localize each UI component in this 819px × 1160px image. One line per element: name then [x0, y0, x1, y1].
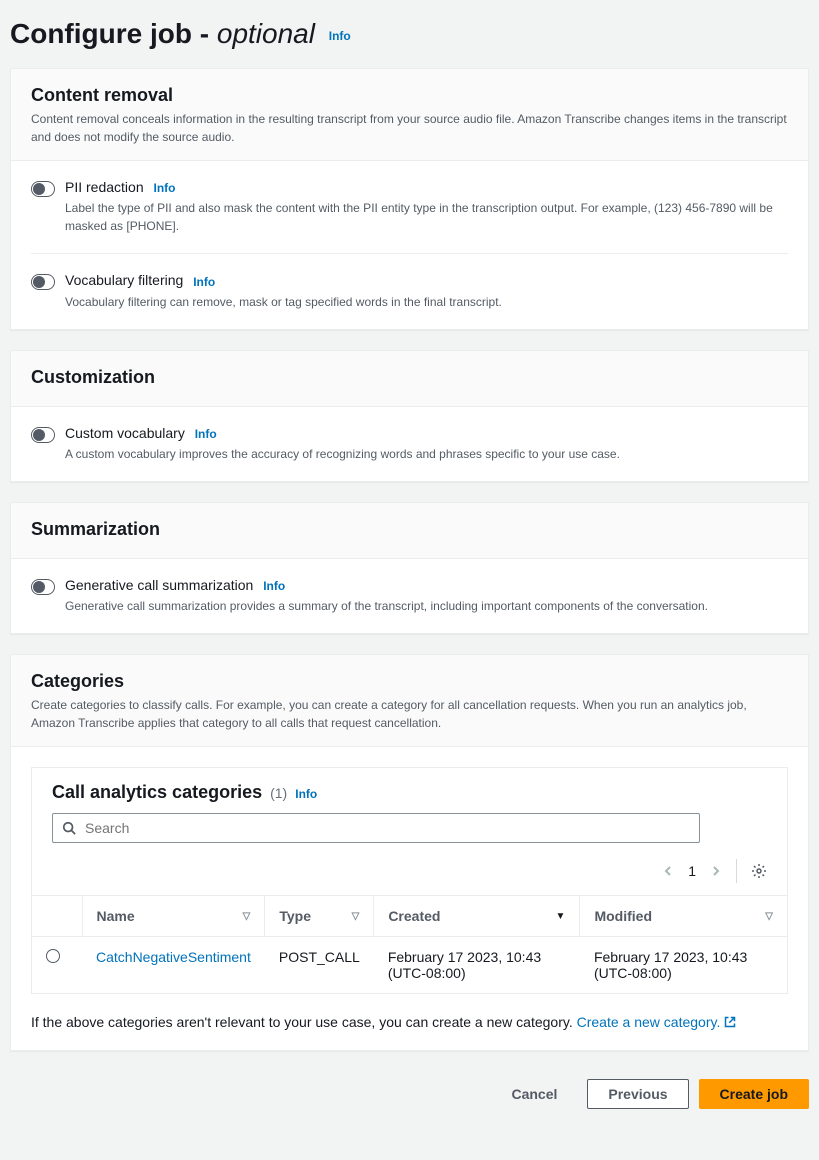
categories-table: Name▽ Type▽ Created▼ Modified▽ CatchNega…: [32, 895, 787, 993]
categories-note: If the above categories aren't relevant …: [11, 1014, 808, 1050]
categories-table-title: Call analytics categories: [52, 782, 262, 803]
create-job-button[interactable]: Create job: [699, 1079, 809, 1109]
custom-vocab-row: Custom vocabulary Info A custom vocabula…: [31, 407, 788, 481]
content-removal-title: Content removal: [31, 85, 788, 106]
content-removal-desc: Content removal conceals information in …: [31, 110, 788, 146]
pii-redaction-info[interactable]: Info: [154, 181, 176, 195]
sort-icon: ▽: [765, 911, 773, 922]
categories-desc: Create categories to classify calls. For…: [31, 696, 788, 732]
content-removal-panel: Content removal Content removal conceals…: [10, 68, 809, 330]
category-name-link[interactable]: CatchNegativeSentiment: [96, 949, 251, 965]
vocab-filter-title: Vocabulary filtering: [65, 272, 183, 288]
pii-redaction-desc: Label the type of PII and also mask the …: [65, 199, 788, 235]
pii-redaction-title: PII redaction: [65, 179, 144, 195]
previous-button[interactable]: Previous: [587, 1079, 688, 1109]
gen-summary-toggle[interactable]: [31, 579, 55, 595]
category-type: POST_CALL: [265, 937, 374, 994]
gen-summary-row: Generative call summarization Info Gener…: [31, 559, 788, 633]
chevron-right-icon: [710, 865, 722, 877]
title-optional: optional: [217, 18, 315, 49]
page-title: Configure job - optional Info: [10, 18, 809, 50]
cancel-button[interactable]: Cancel: [491, 1079, 577, 1109]
page-info-link[interactable]: Info: [329, 29, 351, 43]
categories-title: Categories: [31, 671, 788, 692]
vocab-filter-desc: Vocabulary filtering can remove, mask or…: [65, 293, 788, 311]
categories-table-container: Call analytics categories (1) Info 1: [31, 767, 788, 994]
summarization-panel: Summarization Generative call summarizat…: [10, 502, 809, 634]
pager-page-num: 1: [688, 863, 696, 879]
sort-icon: ▽: [352, 911, 360, 922]
vocab-filter-toggle[interactable]: [31, 274, 55, 290]
settings-button[interactable]: [751, 863, 767, 879]
sort-icon: ▼: [556, 911, 566, 922]
content-removal-header: Content removal Content removal conceals…: [11, 69, 808, 161]
categories-panel: Categories Create categories to classify…: [10, 654, 809, 1051]
chevron-left-icon: [662, 865, 674, 877]
note-prefix: If the above categories aren't relevant …: [31, 1014, 577, 1030]
title-sep: -: [192, 18, 217, 49]
category-created: February 17 2023, 10:43 (UTC-08:00): [374, 937, 580, 994]
custom-vocab-info[interactable]: Info: [195, 427, 217, 441]
col-name[interactable]: Name▽: [82, 896, 265, 937]
categories-table-info[interactable]: Info: [295, 787, 317, 801]
pager-next[interactable]: [710, 865, 722, 877]
row-select-radio[interactable]: [46, 949, 60, 963]
custom-vocab-desc: A custom vocabulary improves the accurac…: [65, 445, 788, 463]
gen-summary-desc: Generative call summarization provides a…: [65, 597, 788, 615]
pii-redaction-toggle[interactable]: [31, 181, 55, 197]
categories-count: (1): [270, 785, 287, 801]
col-modified[interactable]: Modified▽: [580, 896, 787, 937]
col-type[interactable]: Type▽: [265, 896, 374, 937]
categories-header: Categories Create categories to classify…: [11, 655, 808, 747]
summarization-title: Summarization: [31, 519, 788, 540]
pager-divider: [736, 859, 737, 883]
vocab-filter-info[interactable]: Info: [193, 275, 215, 289]
gen-summary-info[interactable]: Info: [263, 579, 285, 593]
custom-vocab-title: Custom vocabulary: [65, 425, 185, 441]
create-category-link[interactable]: Create a new category.: [577, 1014, 737, 1030]
customization-header: Customization: [11, 351, 808, 407]
custom-vocab-toggle[interactable]: [31, 427, 55, 443]
vocab-filter-row: Vocabulary filtering Info Vocabulary fil…: [31, 253, 788, 328]
customization-panel: Customization Custom vocabulary Info A c…: [10, 350, 809, 482]
title-main: Configure job: [10, 18, 192, 49]
external-link-icon: [724, 1016, 736, 1028]
summarization-header: Summarization: [11, 503, 808, 559]
pii-redaction-row: PII redaction Info Label the type of PII…: [31, 161, 788, 253]
customization-title: Customization: [31, 367, 788, 388]
footer-actions: Cancel Previous Create job: [10, 1071, 809, 1129]
sort-icon: ▽: [243, 911, 251, 922]
table-row: CatchNegativeSentiment POST_CALL Februar…: [32, 937, 787, 994]
gen-summary-title: Generative call summarization: [65, 577, 253, 593]
search-icon: [62, 821, 76, 835]
pager-prev[interactable]: [662, 865, 674, 877]
gear-icon: [751, 863, 767, 879]
col-created[interactable]: Created▼: [374, 896, 580, 937]
category-modified: February 17 2023, 10:43 (UTC-08:00): [580, 937, 787, 994]
search-input[interactable]: [52, 813, 700, 843]
